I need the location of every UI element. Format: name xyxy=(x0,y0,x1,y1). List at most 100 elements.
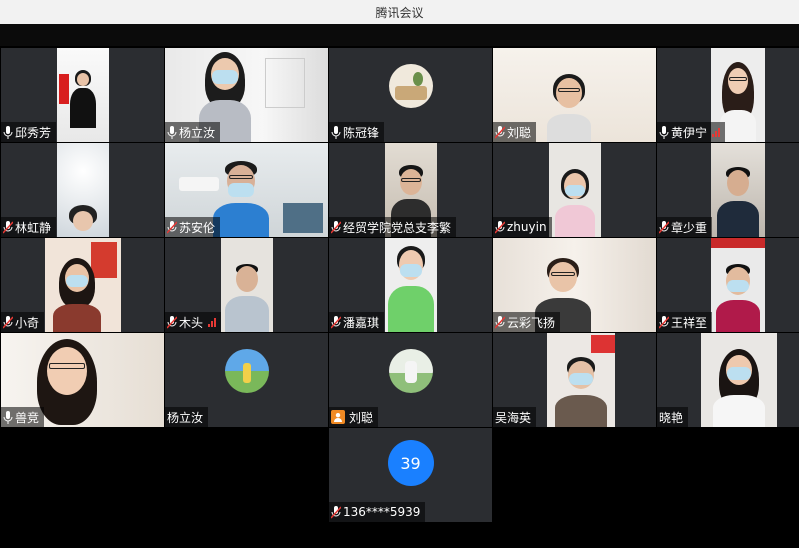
participant-tile[interactable]: 王祥至 xyxy=(657,238,799,332)
participant-tile[interactable]: 晓艳 xyxy=(657,333,799,427)
name-label: 小奇 xyxy=(1,312,45,332)
participant-name: 经贸学院党总支李繁 xyxy=(343,220,452,235)
participant-tile[interactable]: 吴海英 xyxy=(493,333,656,427)
name-label: 章少重 xyxy=(657,217,713,237)
participant-name: 刘聪 xyxy=(349,410,374,425)
title-bar: 腾讯会议 xyxy=(0,0,799,24)
avatar: 39 xyxy=(387,440,434,486)
mic-muted-icon xyxy=(495,220,505,234)
participant-name: 杨立汝 xyxy=(167,410,204,425)
participant-name: 吴海英 xyxy=(495,410,532,425)
name-label: 邱秀芳 xyxy=(1,122,57,142)
participant-name: 黄伊宁 xyxy=(671,125,708,140)
name-label: 木头 xyxy=(165,312,222,332)
participant-name: zhuyin xyxy=(507,220,547,234)
mic-muted-icon xyxy=(3,315,13,329)
mic-muted-icon xyxy=(659,220,669,234)
mic-icon xyxy=(3,125,13,139)
mic-icon xyxy=(659,125,669,139)
mic-icon xyxy=(167,125,177,139)
mic-muted-icon xyxy=(495,315,505,329)
avatar xyxy=(224,349,269,393)
top-strip xyxy=(0,24,799,46)
mic-muted-icon xyxy=(167,315,177,329)
participant-name: 潘嘉琪 xyxy=(343,315,380,330)
participant-tile[interactable]: 苏安伦 xyxy=(165,143,328,237)
name-label: 刘聪 xyxy=(329,407,379,427)
avatar xyxy=(388,349,433,393)
name-label: 刘聪 xyxy=(493,122,537,142)
avatar-text: 39 xyxy=(400,453,421,473)
mic-muted-icon xyxy=(331,220,341,234)
signal-icon xyxy=(712,127,721,137)
avatar xyxy=(388,64,433,108)
mic-muted-icon xyxy=(331,315,341,329)
mic-muted-icon xyxy=(659,315,669,329)
name-label: 苏安伦 xyxy=(165,217,221,237)
video-feed xyxy=(547,333,615,427)
name-label: 杨立汝 xyxy=(165,122,221,142)
name-label: 林虹静 xyxy=(1,217,57,237)
participant-tile[interactable]: 小奇 xyxy=(1,238,164,332)
video-feed xyxy=(711,143,765,237)
participant-tile[interactable]: 经贸学院党总支李繁 xyxy=(329,143,492,237)
mic-icon xyxy=(331,125,341,139)
participant-name: 晓艳 xyxy=(659,410,684,425)
mic-icon xyxy=(3,410,13,424)
mic-muted-icon xyxy=(495,125,505,139)
window-title: 腾讯会议 xyxy=(375,5,424,20)
video-feed xyxy=(701,333,777,427)
participant-tile[interactable]: 陈冠锋 xyxy=(329,48,492,142)
name-label: 兽竞 xyxy=(1,407,45,427)
name-label: 王祥至 xyxy=(657,312,713,332)
participant-tile[interactable]: 林虹静 xyxy=(1,143,164,237)
participant-name: 刘聪 xyxy=(507,125,532,140)
participant-tile[interactable]: 刘聪 xyxy=(329,333,492,427)
participant-name: 杨立汝 xyxy=(179,125,216,140)
participant-name: 兽竞 xyxy=(15,410,40,425)
video-feed xyxy=(385,238,437,332)
participant-tile-active[interactable]: 杨立汝 xyxy=(165,48,328,142)
participant-tile[interactable]: 潘嘉琪 xyxy=(329,238,492,332)
participant-tile[interactable]: zhuyin xyxy=(493,143,656,237)
video-feed xyxy=(45,238,121,332)
participant-tile[interactable]: 兽竞 xyxy=(1,333,164,427)
participant-tile[interactable]: 刘聪 xyxy=(493,48,656,142)
participant-name: 苏安伦 xyxy=(179,220,216,235)
video-grid: 邱秀芳 杨立汝 陈冠锋 刘聪 黄伊宁 林虹静 苏安伦 经贸学院党总支李繁 zhu… xyxy=(0,46,799,548)
name-label: 晓艳 xyxy=(657,407,689,427)
participant-tile[interactable]: 39 136****5939 xyxy=(329,428,492,522)
signal-icon xyxy=(208,317,217,327)
participant-name: 小奇 xyxy=(15,315,40,330)
participant-name: 木头 xyxy=(179,315,204,330)
name-label: 杨立汝 xyxy=(165,407,209,427)
name-label: 陈冠锋 xyxy=(329,122,385,142)
name-label: 吴海英 xyxy=(493,407,537,427)
participant-tile[interactable]: 章少重 xyxy=(657,143,799,237)
name-label: 潘嘉琪 xyxy=(329,312,385,332)
participant-name: 章少重 xyxy=(671,220,708,235)
participant-tile[interactable]: 云彩飞扬 xyxy=(493,238,656,332)
name-label: 云彩飞扬 xyxy=(493,312,561,332)
participant-name: 云彩飞扬 xyxy=(507,315,556,330)
video-feed xyxy=(549,143,601,237)
participant-name: 林虹静 xyxy=(15,220,52,235)
participant-name: 邱秀芳 xyxy=(15,125,52,140)
mic-muted-icon xyxy=(331,505,341,519)
participant-name: 陈冠锋 xyxy=(343,125,380,140)
user-icon xyxy=(331,410,345,424)
video-feed xyxy=(57,48,109,142)
participant-tile[interactable]: 木头 xyxy=(165,238,328,332)
mic-muted-icon xyxy=(3,220,13,234)
participant-tile[interactable]: 邱秀芳 xyxy=(1,48,164,142)
mic-muted-icon xyxy=(167,220,177,234)
video-feed xyxy=(711,238,765,332)
participant-tile[interactable]: 黄伊宁 xyxy=(657,48,799,142)
participant-tile[interactable]: 杨立汝 xyxy=(165,333,328,427)
participant-name: 136****5939 xyxy=(343,505,421,519)
participant-name: 王祥至 xyxy=(671,315,708,330)
name-label: 136****5939 xyxy=(329,502,426,522)
video-feed xyxy=(221,238,273,332)
name-label: zhuyin xyxy=(493,217,552,237)
name-label: 黄伊宁 xyxy=(657,122,726,142)
